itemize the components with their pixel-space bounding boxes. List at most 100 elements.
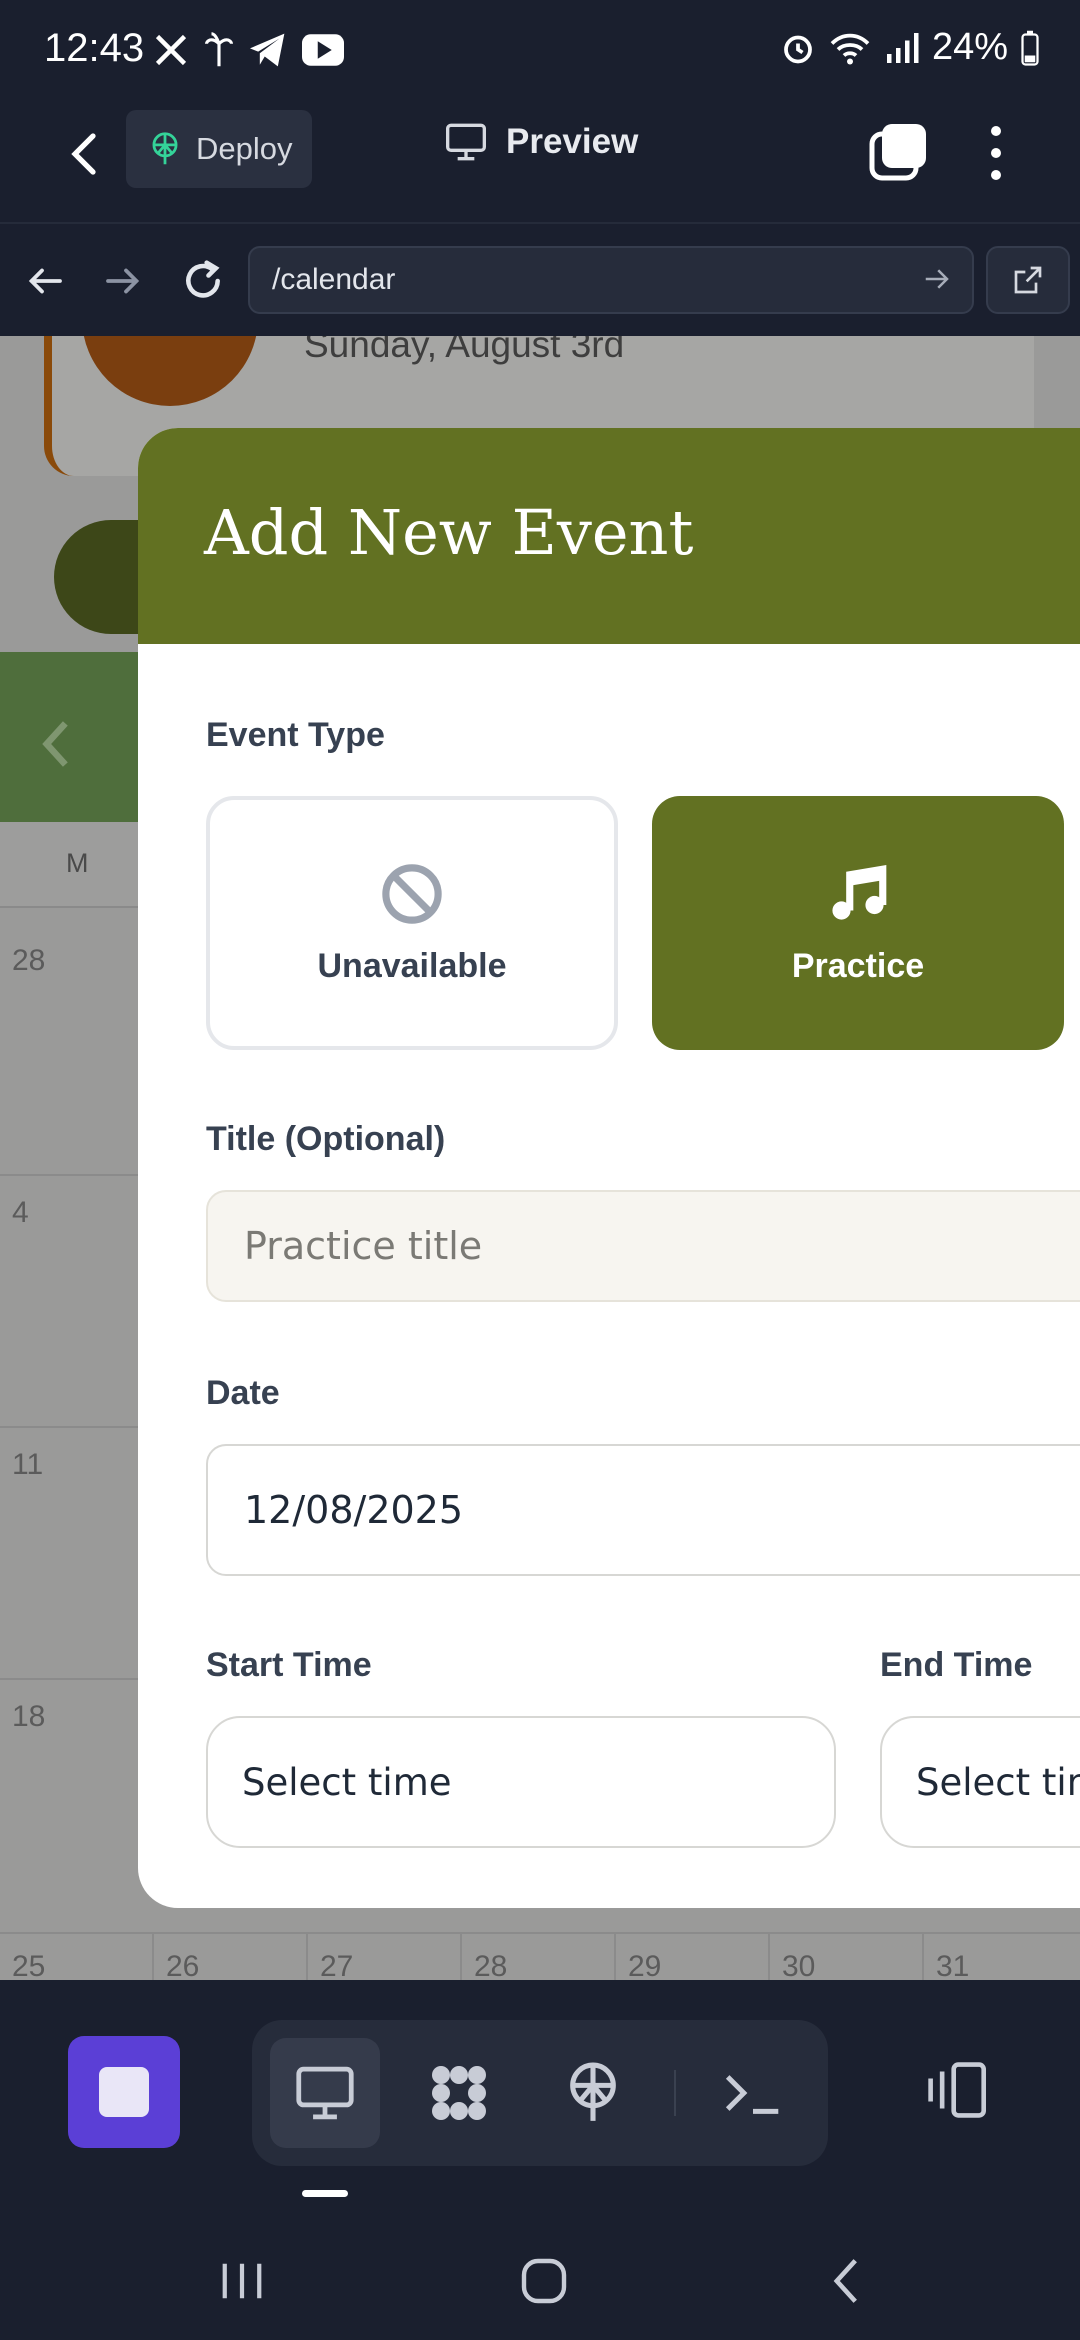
system-status: 24% (780, 26, 1040, 69)
deploy-icon (152, 132, 178, 165)
deploy-icon (570, 2062, 616, 2121)
open-external-button[interactable] (986, 246, 1070, 314)
event-type-practice[interactable]: Practice (652, 796, 1064, 1050)
date-value: 12/08/2025 (244, 1488, 464, 1532)
chevron-left-icon (42, 721, 68, 767)
grid-line (768, 1934, 770, 1980)
windows-button[interactable] (866, 120, 930, 184)
dot (991, 148, 1001, 158)
browser-back-button[interactable] (20, 256, 70, 306)
day-number: 28 (474, 1950, 508, 1980)
recents-button[interactable] (202, 2246, 282, 2316)
start-time-input[interactable]: Select time (206, 1716, 836, 1848)
more-options-button[interactable] (976, 118, 1016, 188)
monitor-icon (296, 2066, 354, 2120)
home-icon (521, 2258, 567, 2304)
battery-icon (1021, 30, 1039, 66)
youtube-icon (302, 34, 344, 66)
reload-icon (186, 260, 220, 298)
end-time-input[interactable]: Select time (880, 1716, 1080, 1848)
alarm-icon (784, 35, 812, 63)
back-button[interactable] (54, 124, 114, 184)
blocks-icon (432, 2066, 486, 2120)
preview-tab[interactable]: Preview (444, 122, 638, 162)
preview-label: Preview (506, 122, 639, 161)
status-bar: 12:43 24% (0, 0, 1080, 100)
day-number: 26 (166, 1950, 200, 1980)
date-label: Date (206, 1374, 280, 1412)
event-type-unavailable[interactable]: Unavailable (206, 796, 618, 1050)
ban-icon (382, 863, 442, 924)
chevron-left-icon (833, 2259, 857, 2303)
end-time-value: Select time (916, 1760, 1080, 1804)
preview-tool-button[interactable] (270, 2038, 380, 2148)
music-note-icon (832, 864, 887, 920)
date-input[interactable]: 12/08/2025 (206, 1444, 1080, 1576)
home-button[interactable] (504, 2246, 584, 2316)
day-number: 30 (782, 1950, 816, 1980)
app-bar: Deploy Preview (0, 100, 1080, 220)
active-tab-indicator (302, 2190, 348, 2197)
day-number: 29 (628, 1950, 662, 1980)
title-label: Title (Optional) (206, 1120, 446, 1158)
browser-forward-button[interactable] (98, 256, 148, 306)
tool-group (252, 2020, 828, 2166)
stop-icon (99, 2067, 149, 2117)
weekday-label: M (66, 848, 89, 878)
dot (991, 126, 1001, 136)
day-number: 4 (12, 1196, 29, 1229)
palm-tree-icon (204, 32, 234, 67)
start-time-value: Select time (242, 1760, 452, 1804)
modal-header: Add New Event (138, 428, 1080, 644)
day-number: 28 (12, 944, 46, 977)
system-navigation (0, 2216, 1080, 2340)
end-time-label: End Time (880, 1646, 1033, 1684)
day-number: 11 (12, 1448, 44, 1481)
day-number: 31 (936, 1950, 970, 1980)
day-number: 27 (320, 1950, 354, 1980)
grid-line (152, 1934, 154, 1980)
day-number: 25 (12, 1950, 46, 1980)
device-toggle-button[interactable] (916, 2040, 996, 2140)
arrow-left-icon (28, 268, 62, 294)
notification-icons (152, 30, 344, 70)
signal-icon (886, 32, 919, 63)
url-input[interactable]: /calendar (248, 246, 974, 314)
system-back-button[interactable] (806, 2246, 886, 2316)
reload-button[interactable] (178, 256, 228, 306)
grid-line (0, 1932, 1080, 1934)
blocks-tool-button[interactable] (404, 2038, 514, 2148)
event-type-label: Event Type (206, 716, 385, 754)
add-event-modal: Add New Event Event Type Unavailable Pra… (138, 428, 1080, 1908)
title-placeholder: Practice title (244, 1224, 483, 1268)
deploy-label: Deploy (196, 131, 293, 166)
status-time: 12:43 (44, 26, 145, 70)
terminal-icon (725, 2075, 779, 2114)
monitor-icon (446, 123, 486, 161)
external-link-icon (1014, 266, 1042, 294)
browser-toolbar: /calendar (0, 222, 1080, 336)
modal-title: Add New Event (204, 496, 694, 569)
deploy-tool-button[interactable] (538, 2038, 648, 2148)
grid-line (614, 1934, 616, 1980)
stop-button[interactable] (68, 2036, 180, 2148)
dot (991, 170, 1001, 180)
grid-line (306, 1934, 308, 1980)
title-input[interactable]: Practice title (206, 1190, 1080, 1302)
event-type-label: Practice (791, 946, 925, 985)
wifi-icon (830, 33, 870, 64)
go-arrow-icon[interactable] (922, 264, 952, 294)
bottom-toolbar (0, 1980, 1080, 2216)
chevron-left-icon (71, 133, 96, 175)
deploy-button[interactable]: Deploy (126, 110, 312, 188)
selected-date-text: Sunday, August 3rd (304, 336, 625, 365)
recents-icon (222, 2263, 262, 2299)
battery-percent: 24% (931, 26, 1008, 68)
grid-line (460, 1934, 462, 1980)
terminal-tool-button[interactable] (698, 2038, 808, 2148)
x-icon (155, 34, 187, 66)
start-time-label: Start Time (206, 1646, 372, 1684)
device-icon (928, 2062, 986, 2118)
grid-line (922, 1934, 924, 1980)
event-type-label: Unavailable (317, 946, 507, 985)
